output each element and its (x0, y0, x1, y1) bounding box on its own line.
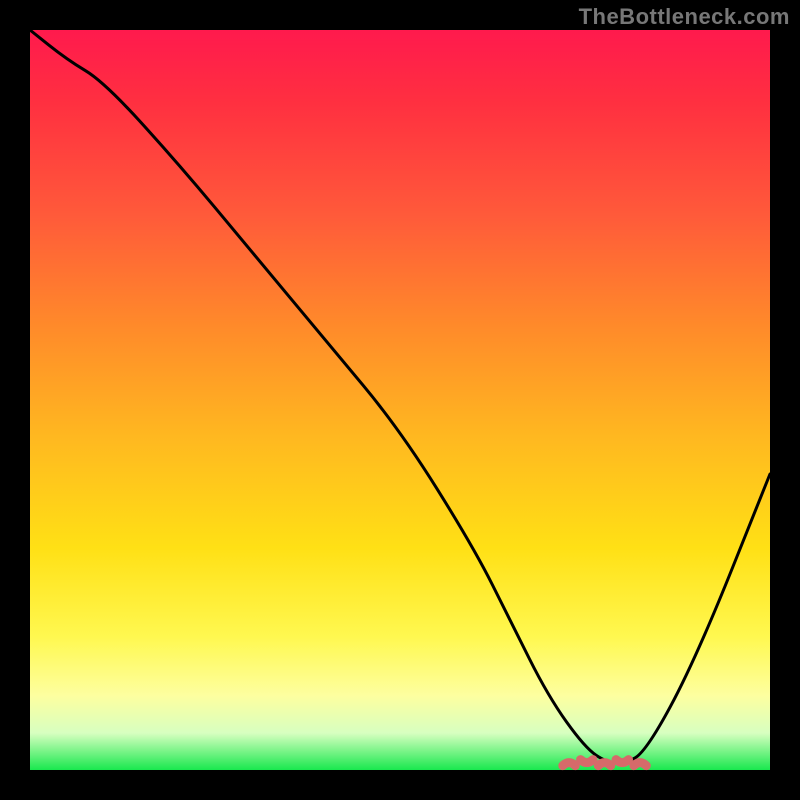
bottleneck-curve-line (30, 30, 770, 763)
watermark-text: TheBottleneck.com (579, 4, 790, 30)
valley-accent-line (563, 760, 646, 766)
chart-frame: TheBottleneck.com (0, 0, 800, 800)
bottleneck-curve-svg (30, 30, 770, 770)
plot-area (30, 30, 770, 770)
